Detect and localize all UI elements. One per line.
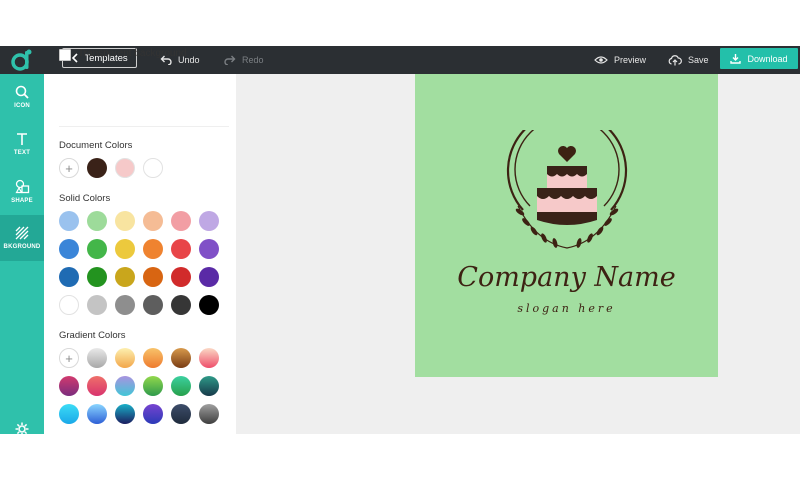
slogan-text[interactable]: slogan here: [415, 302, 718, 315]
logo-artboard[interactable]: Company Name slogan here: [415, 74, 718, 377]
gradient-color-swatch[interactable]: [199, 404, 219, 424]
search-icon: [15, 85, 29, 99]
solid-color-swatch[interactable]: [115, 211, 135, 231]
text-icon: [17, 133, 27, 145]
solid-color-swatch[interactable]: [171, 295, 191, 315]
solid-color-swatch[interactable]: [59, 267, 79, 287]
solid-color-swatch[interactable]: [171, 239, 191, 259]
gradient-color-swatch[interactable]: [87, 376, 107, 396]
gradient-color-swatch[interactable]: [171, 348, 191, 368]
rail-label-shape: SHAPE: [11, 197, 33, 204]
solid-color-swatch[interactable]: [87, 267, 107, 287]
solid-color-swatch[interactable]: [59, 239, 79, 259]
gradient-color-swatch[interactable]: [59, 376, 79, 396]
rail-item-background[interactable]: BKGROUND: [0, 215, 44, 261]
download-label: Download: [747, 53, 788, 64]
gradient-color-swatch[interactable]: [171, 376, 191, 396]
solid-color-swatch[interactable]: [59, 211, 79, 231]
panel-divider: [59, 126, 229, 127]
document-color-swatch[interactable]: [143, 158, 163, 178]
app-logo-icon[interactable]: [8, 48, 34, 72]
solid-color-swatch[interactable]: [143, 239, 163, 259]
preview-button[interactable]: Preview: [594, 52, 646, 68]
cake-emblem-icon[interactable]: [506, 110, 628, 255]
gradient-color-swatch[interactable]: [87, 348, 107, 368]
solid-color-swatch[interactable]: [87, 211, 107, 231]
rail-label-text: TEXT: [13, 150, 31, 156]
transparent-background-checkbox[interactable]: [59, 49, 71, 61]
add-gradient-color-button[interactable]: +: [59, 348, 79, 368]
transparent-background-label: Transparent background: [78, 48, 187, 59]
rail-item-text[interactable]: TEXT: [0, 121, 44, 167]
rail-label-icon: ICON: [14, 103, 30, 109]
gradient-color-swatch[interactable]: [87, 404, 107, 424]
save-button[interactable]: Save: [668, 52, 709, 68]
gradient-color-swatch[interactable]: [199, 348, 219, 368]
solid-color-swatch[interactable]: [59, 295, 79, 315]
document-colors-title: Document Colors: [59, 140, 133, 151]
solid-color-swatch[interactable]: [115, 267, 135, 287]
redo-label: Redo: [242, 55, 264, 65]
document-color-swatch[interactable]: [87, 158, 107, 178]
gear-icon[interactable]: [15, 422, 29, 434]
rail-label-background: BKGROUND: [3, 244, 41, 250]
solid-colors-title: Solid Colors: [59, 193, 111, 204]
solid-color-swatch[interactable]: [87, 239, 107, 259]
gradient-color-swatch[interactable]: [115, 404, 135, 424]
gradient-color-swatch[interactable]: [171, 404, 191, 424]
gradient-color-swatch[interactable]: [115, 348, 135, 368]
gradient-colors-title: Gradient Colors: [59, 330, 126, 341]
redo-button[interactable]: Redo: [224, 52, 264, 68]
gradient-color-swatch[interactable]: [115, 376, 135, 396]
gradient-color-swatch[interactable]: [143, 404, 163, 424]
solid-color-swatch[interactable]: [171, 211, 191, 231]
download-button[interactable]: Download: [720, 48, 798, 69]
solid-color-swatch[interactable]: [199, 267, 219, 287]
add-document-color-button[interactable]: +: [59, 158, 79, 178]
rail-item-shape[interactable]: SHAPE: [0, 168, 44, 214]
shapes-icon: [14, 179, 29, 193]
solid-color-swatch[interactable]: [143, 267, 163, 287]
left-tool-rail: ICON TEXT SHAPE BKGROUND: [0, 74, 44, 434]
save-label: Save: [688, 55, 709, 65]
gradient-color-swatch[interactable]: [143, 376, 163, 396]
solid-color-swatch[interactable]: [115, 295, 135, 315]
preview-label: Preview: [614, 55, 647, 65]
rail-item-icon[interactable]: ICON: [0, 74, 44, 120]
solid-color-swatch[interactable]: [143, 295, 163, 315]
solid-color-swatch[interactable]: [115, 239, 135, 259]
solid-color-swatch[interactable]: [87, 295, 107, 315]
cloud-upload-icon: [668, 54, 682, 65]
solid-color-swatch[interactable]: [143, 211, 163, 231]
solid-color-swatch[interactable]: [199, 239, 219, 259]
solid-color-swatch[interactable]: [199, 295, 219, 315]
solid-color-swatch[interactable]: [199, 211, 219, 231]
gradient-color-swatch[interactable]: [59, 404, 79, 424]
gradient-color-swatch[interactable]: [199, 376, 219, 396]
company-name-text[interactable]: Company Name: [415, 262, 718, 293]
document-color-swatch[interactable]: [115, 158, 135, 178]
background-icon: [15, 226, 29, 240]
solid-color-swatch[interactable]: [171, 267, 191, 287]
eye-icon: [594, 56, 608, 64]
download-icon: [730, 54, 742, 64]
redo-icon: [224, 55, 236, 65]
gradient-color-swatch[interactable]: [143, 348, 163, 368]
